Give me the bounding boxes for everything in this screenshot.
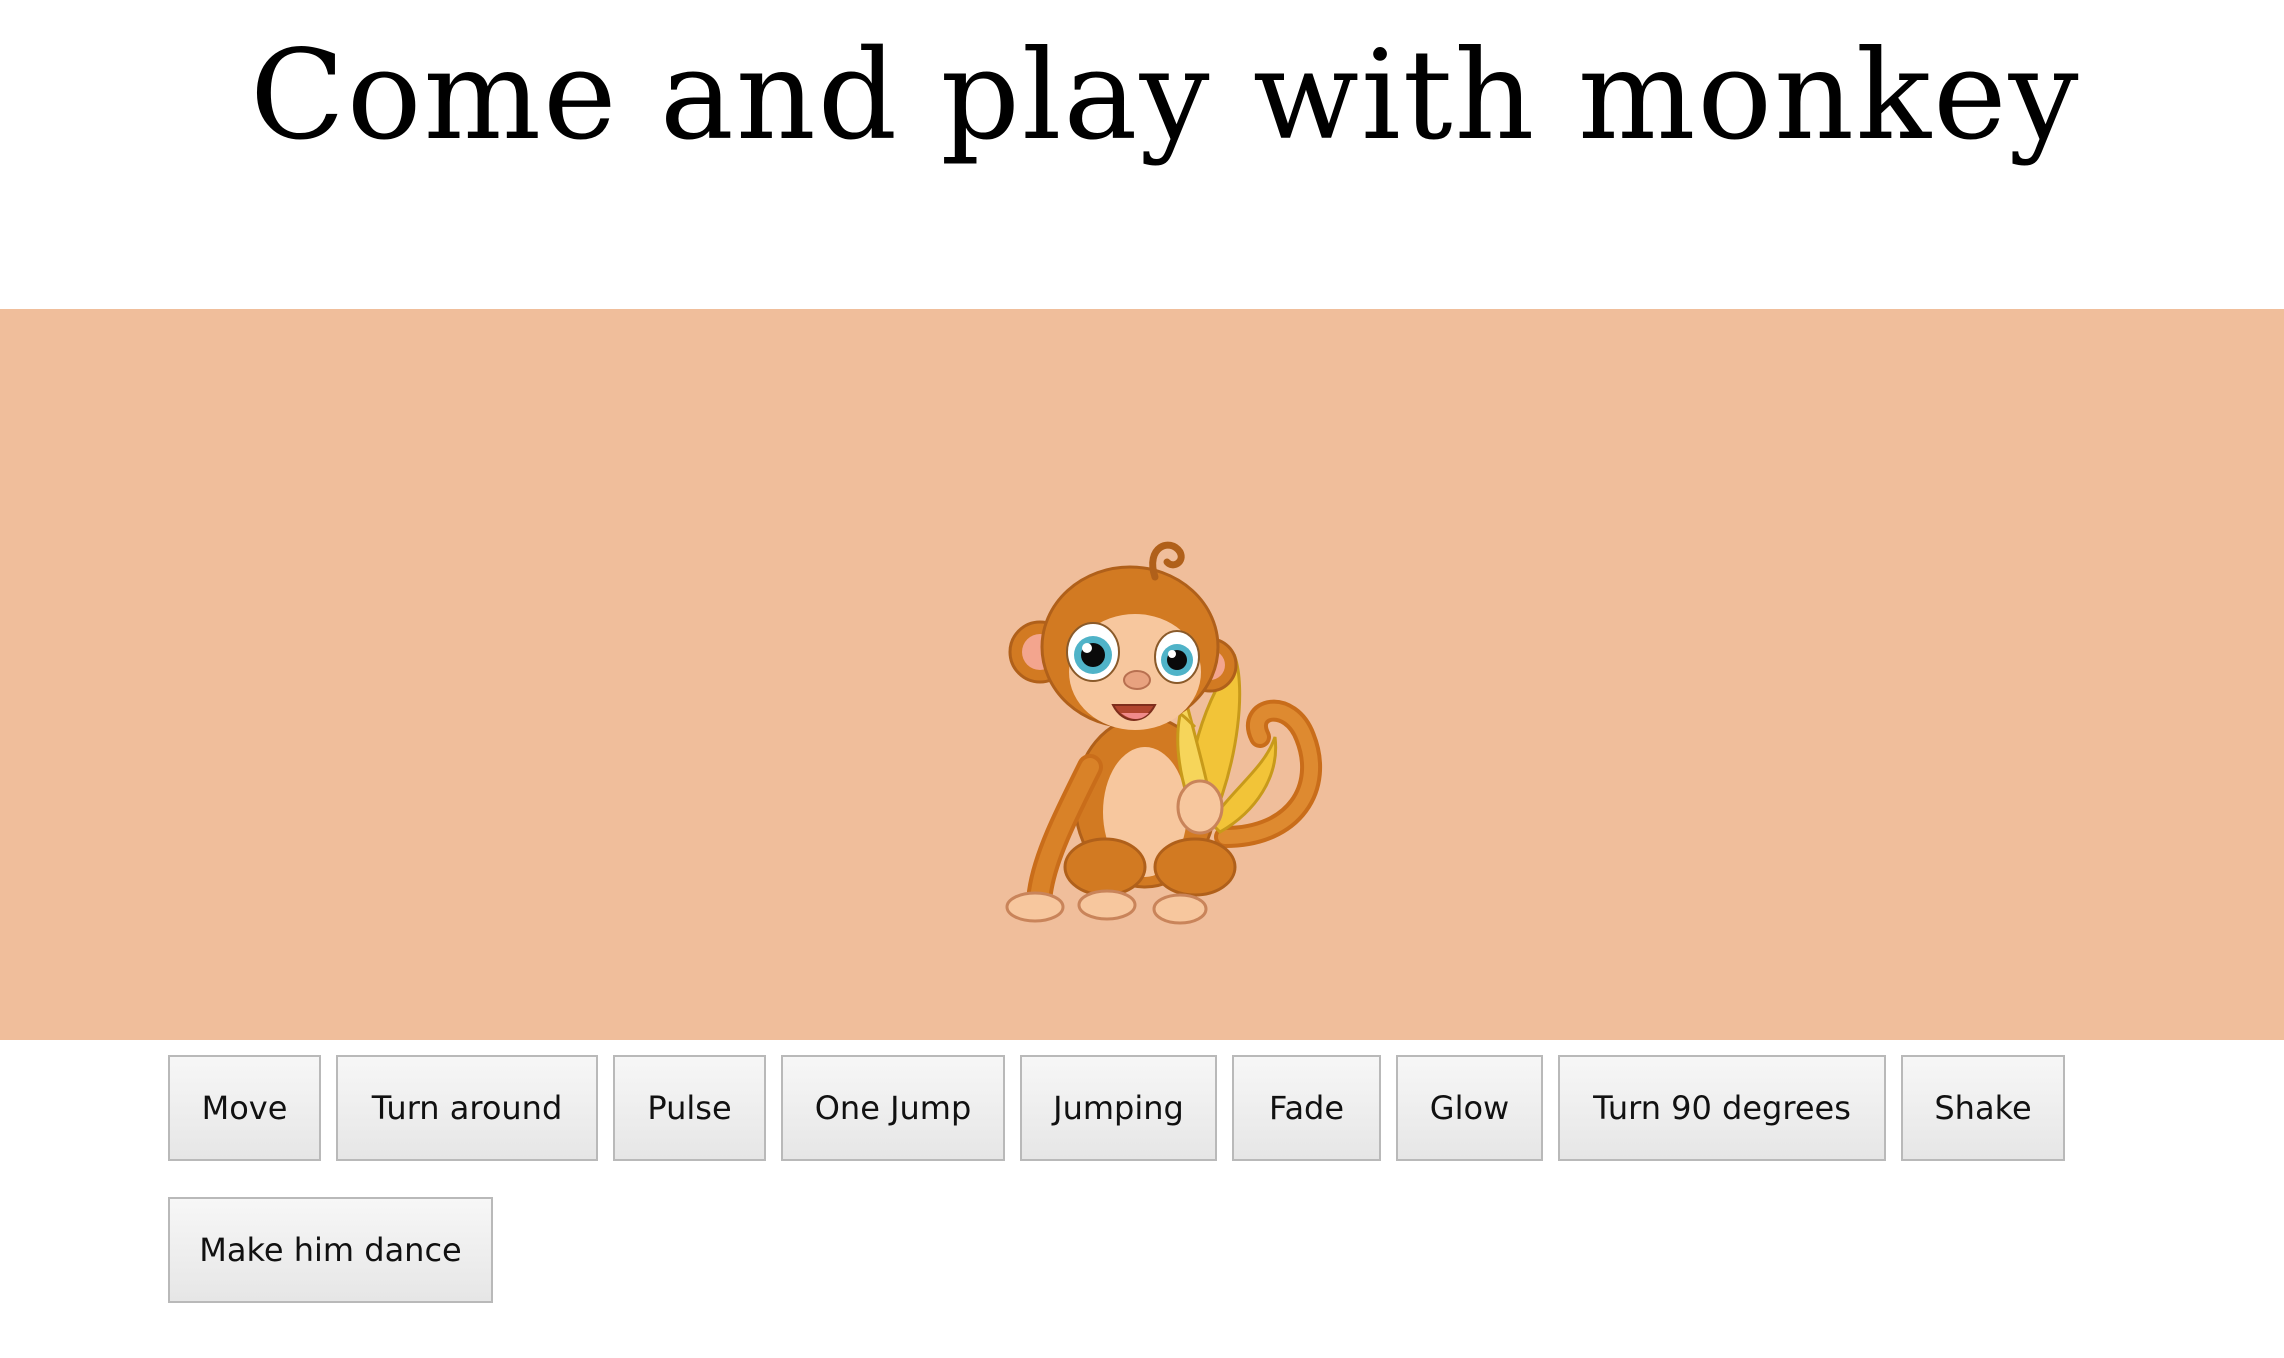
pulse-button[interactable]: Pulse [613, 1055, 766, 1161]
monkey-stage [0, 309, 2284, 1040]
action-buttons-row-2: Make him dance [168, 1197, 2168, 1303]
action-buttons-row-1: Move Turn around Pulse One Jump Jumping … [168, 1055, 2168, 1161]
monkey-image[interactable] [995, 537, 1335, 937]
one-jump-button[interactable]: One Jump [781, 1055, 1005, 1161]
make-him-dance-button[interactable]: Make him dance [168, 1197, 493, 1303]
fade-button[interactable]: Fade [1232, 1055, 1381, 1161]
move-button[interactable]: Move [168, 1055, 321, 1161]
page-title: Come and play with monkey [250, 24, 2081, 168]
glow-button[interactable]: Glow [1396, 1055, 1543, 1161]
turn-around-button[interactable]: Turn around [336, 1055, 598, 1161]
jumping-button[interactable]: Jumping [1020, 1055, 1217, 1161]
turn-90-degrees-button[interactable]: Turn 90 degrees [1558, 1055, 1886, 1161]
action-buttons: Move Turn around Pulse One Jump Jumping … [168, 1055, 2168, 1339]
shake-button[interactable]: Shake [1901, 1055, 2065, 1161]
